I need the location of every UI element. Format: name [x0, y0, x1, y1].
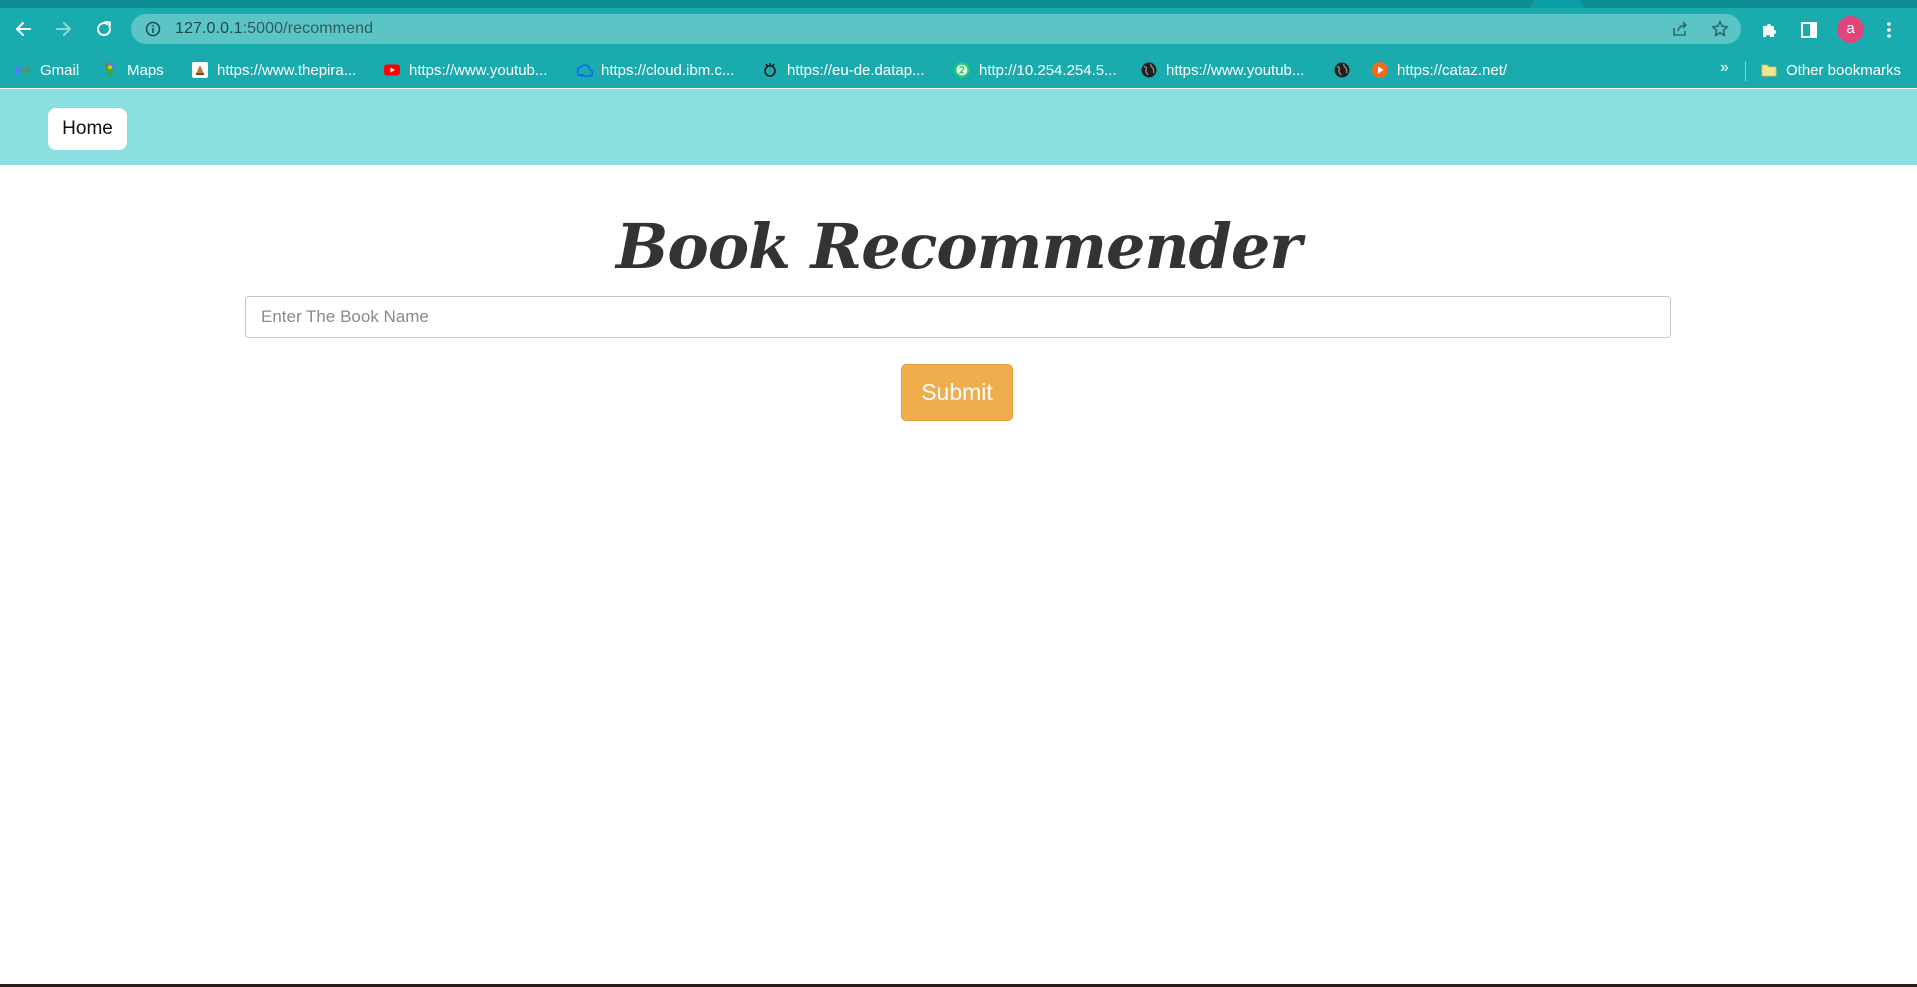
globe-icon	[1334, 62, 1350, 78]
home-nav-button[interactable]: Home	[48, 108, 127, 150]
site-info-icon[interactable]	[145, 21, 161, 37]
bookmark-label: https://www.youtub...	[409, 61, 548, 79]
inactive-tab-edge[interactable]	[1581, 0, 1917, 8]
forward-button[interactable]	[46, 12, 80, 46]
gmail-icon	[16, 65, 30, 75]
bookmark-label: https://cloud.ibm.c...	[601, 61, 735, 79]
reload-icon	[97, 21, 112, 37]
bookmark-youtube-2[interactable]: https://www.youtub...	[1140, 60, 1304, 80]
profile-avatar[interactable]: a	[1837, 16, 1864, 43]
bookmark-gmail[interactable]: Gmail	[14, 60, 79, 80]
browser-toolbar: 127.0.0.1:5000/recommend a	[0, 8, 1917, 53]
bookmark-ibm-cloud[interactable]: https://cloud.ibm.c...	[575, 60, 734, 80]
forward-arrow-icon	[56, 22, 71, 36]
bookmark-local-ip[interactable]: http://10.254.254.5...	[953, 60, 1117, 80]
kebab-menu-icon[interactable]	[1882, 20, 1896, 40]
play-icon	[1372, 62, 1388, 78]
url-text[interactable]: 127.0.0.1:5000/recommend	[175, 20, 373, 38]
other-bookmarks-folder[interactable]: Other bookmarks	[1760, 60, 1901, 80]
reload-button[interactable]	[87, 12, 121, 46]
bookmark-label: Gmail	[40, 61, 80, 79]
back-button[interactable]	[7, 12, 41, 46]
bookmark-label: http://10.254.254.5...	[979, 61, 1117, 79]
bookmark-youtube[interactable]: https://www.youtub...	[383, 60, 547, 80]
bookmark-label: https://www.thepira...	[217, 61, 357, 79]
site-navbar: Home	[0, 89, 1917, 165]
bookmark-star-icon[interactable]	[1710, 19, 1730, 39]
page-title: Book Recommender	[616, 210, 1302, 283]
address-bar[interactable]: 127.0.0.1:5000/recommend	[131, 14, 1741, 44]
bookmark-label: https://eu-de.datap...	[787, 61, 925, 79]
url-host: 127.0.0.1	[175, 20, 243, 37]
whatsapp-icon	[954, 62, 970, 78]
bookmark-maps[interactable]: Maps	[101, 60, 164, 80]
youtube-icon	[384, 64, 400, 76]
bookmarks-divider	[1745, 61, 1746, 81]
bookmark-label: Maps	[127, 61, 164, 79]
share-icon[interactable]	[1670, 19, 1690, 39]
active-tab-edge[interactable]	[0, 0, 1533, 8]
folder-icon	[1761, 64, 1777, 77]
bookmark-label: https://cataz.net/	[1397, 61, 1508, 79]
bookmark-eu-de-dataplatform[interactable]: https://eu-de.datap...	[761, 60, 925, 80]
extensions-puzzle-icon[interactable]	[1759, 20, 1779, 40]
bookmark-cataz[interactable]: https://cataz.net/	[1371, 60, 1507, 80]
dataplatform-icon	[764, 63, 776, 77]
bookmark-label: Other bookmarks	[1786, 61, 1902, 79]
globe-icon	[1141, 62, 1157, 78]
bookmark-globe[interactable]	[1333, 60, 1351, 80]
bookmark-label: https://www.youtub...	[1166, 61, 1305, 79]
side-panel-icon[interactable]	[1799, 20, 1819, 40]
pirate-site-icon	[192, 62, 208, 78]
book-name-input[interactable]	[245, 296, 1671, 338]
bookmarks-overflow-chevron[interactable]: »	[1720, 59, 1729, 77]
bookmarks-bar: Gmail Maps https://www.thepira... https:…	[0, 53, 1917, 88]
bookmark-thepirate[interactable]: https://www.thepira...	[191, 60, 356, 80]
ibm-cloud-icon	[576, 64, 593, 77]
back-arrow-icon	[16, 22, 31, 36]
url-path: :5000/recommend	[242, 20, 374, 37]
submit-button[interactable]: Submit	[901, 364, 1013, 421]
maps-icon	[105, 62, 115, 78]
